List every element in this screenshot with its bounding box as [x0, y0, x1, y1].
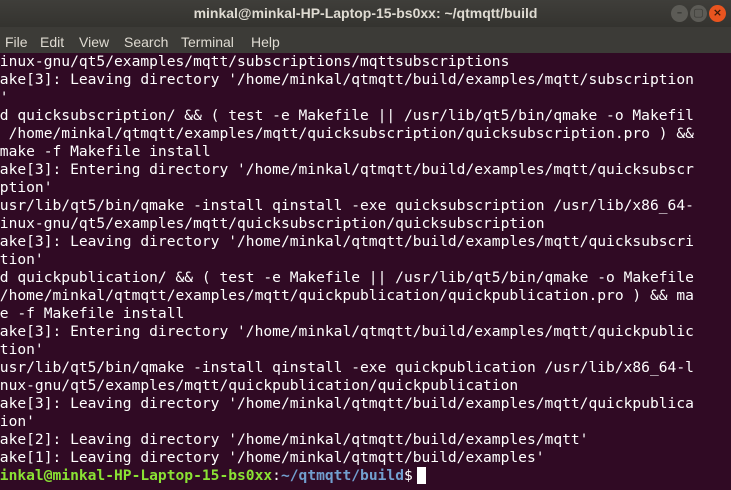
terminal-window: minkal@minkal-HP-Laptop-15-bs0xx: ~/qtmq… — [0, 0, 731, 490]
maximize-icon[interactable]: ▢ — [690, 5, 707, 22]
terminal-line: iption' — [0, 179, 53, 196]
menu-bar: File Edit View Search Terminal Help — [0, 27, 731, 53]
terminal-line: make[3]: Entering directory '/home/minka… — [0, 161, 694, 178]
prompt-user-host: minkal@minkal-HP-Laptop-15-bs0xx — [0, 467, 273, 484]
title-bar[interactable]: minkal@minkal-HP-Laptop-15-bs0xx: ~/qtmq… — [0, 0, 731, 27]
terminal-line: ation' — [0, 341, 44, 358]
menu-help[interactable]: Help — [251, 34, 280, 50]
terminal-line: s' — [0, 89, 9, 106]
terminal-line: make[3]: Leaving directory '/home/minkal… — [0, 71, 694, 88]
terminal-line: tion' — [0, 413, 35, 430]
terminal-output[interactable]: linux-gnu/qt5/examples/mqtt/subscription… — [0, 53, 731, 490]
terminal-line: linux-gnu/qt5/examples/mqtt/subscription… — [0, 53, 510, 70]
terminal-line: make[3]: Leaving directory '/home/minkal… — [0, 395, 694, 412]
terminal-line: make -f Makefile install — [0, 143, 211, 160]
terminal-line: make[2]: Leaving directory '/home/minkal… — [0, 431, 589, 448]
terminal-line: /usr/lib/qt5/bin/qmake -install qinstall… — [0, 197, 694, 214]
terminal-line: make[3]: Entering directory '/home/minka… — [0, 323, 694, 340]
terminal-line: ke -f Makefile install — [0, 305, 185, 322]
terminal-line: make[3]: Leaving directory '/home/minkal… — [0, 233, 694, 250]
terminal-line: make[1]: Leaving directory '/home/minkal… — [0, 449, 545, 466]
minimize-icon[interactable]: – — [671, 5, 688, 22]
text-cursor[interactable] — [416, 467, 426, 484]
terminal-line: inux-gnu/qt5/examples/mqtt/quickpublicat… — [0, 377, 519, 394]
prompt-symbol: $ — [403, 467, 413, 484]
terminal-line: ption' — [0, 251, 44, 268]
menu-edit[interactable]: Edit — [40, 34, 64, 50]
menu-view[interactable]: View — [79, 34, 109, 50]
terminal-line: cd quickpublication/ && ( test -e Makefi… — [0, 269, 694, 286]
menu-file[interactable]: File — [5, 34, 28, 50]
terminal-line: e /home/minkal/qtmqtt/examples/mqtt/quic… — [0, 125, 694, 142]
prompt-path: ~/qtmqtt/build — [280, 467, 404, 484]
terminal-line: /home/minkal/qtmqtt/examples/mqtt/quickp… — [0, 287, 694, 304]
close-icon[interactable]: × — [709, 5, 726, 22]
terminal-line: /usr/lib/qt5/bin/qmake -install qinstall… — [0, 359, 694, 376]
shell-prompt[interactable]: minkal@minkal-HP-Laptop-15-bs0xx:~/qtmqt… — [0, 467, 731, 485]
window-title: minkal@minkal-HP-Laptop-15-bs0xx: ~/qtmq… — [193, 5, 538, 21]
prompt-separator: : — [272, 467, 281, 484]
terminal-line: linux-gnu/qt5/examples/mqtt/quicksubscri… — [0, 215, 545, 232]
terminal-line: cd quicksubscription/ && ( test -e Makef… — [0, 107, 694, 124]
menu-search[interactable]: Search — [124, 34, 168, 50]
menu-terminal[interactable]: Terminal — [181, 34, 234, 50]
